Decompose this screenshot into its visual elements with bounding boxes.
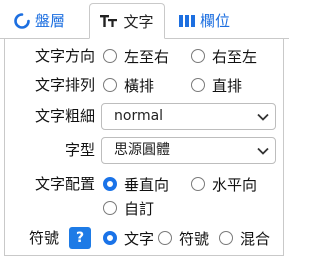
radio-symbol-symbol[interactable]: 符號 (158, 224, 209, 252)
radio-label: 混合 (240, 229, 271, 248)
text-layout-label: 文字排列 (34, 76, 95, 94)
radio-label: 自訂 (124, 199, 155, 218)
tab-label: 欄位 (200, 12, 231, 30)
radio-circle[interactable] (158, 231, 172, 245)
font-weight-label: 文字粗細 (34, 107, 95, 125)
symbol-label: 符號 (28, 229, 59, 247)
radio-label: 水平向 (212, 175, 258, 194)
font-weight-select[interactable]: normal (101, 103, 276, 130)
radio-label: 符號 (179, 229, 210, 248)
tab-label: 文字 (123, 12, 154, 31)
radio-ltr[interactable]: 左至右 (103, 42, 169, 70)
tab-columns[interactable]: 欄位 (179, 3, 230, 38)
font-family-label: 字型 (64, 141, 95, 159)
tab-text[interactable]: 文字 (89, 3, 165, 39)
radio-label: 左至右 (124, 47, 170, 66)
radio-circle-checked[interactable] (103, 231, 117, 245)
text-size-icon (100, 14, 118, 28)
help-button[interactable]: ? (69, 227, 91, 249)
font-weight-row: 文字粗細 normal (5, 102, 283, 130)
tab-layer[interactable]: 盤層 (14, 3, 65, 38)
radio-label: 直排 (212, 76, 243, 95)
radio-circle-checked[interactable] (103, 177, 117, 191)
text-direction-row: 文字方向 左至右 右至左 (5, 42, 283, 70)
radio-label: 垂直向 (124, 175, 170, 194)
chevron-down-icon (257, 104, 269, 129)
radio-symbol-mixed[interactable]: 混合 (219, 224, 270, 252)
text-placement-row-2: 自訂 (5, 194, 283, 222)
tab-bar: 盤層 文字 欄位 (0, 0, 289, 39)
radio-circle[interactable] (103, 49, 117, 63)
radio-label: 橫排 (124, 76, 155, 95)
radio-symbol-text[interactable]: 文字 (103, 224, 154, 252)
radio-circle[interactable] (191, 177, 205, 191)
chevron-down-icon (257, 138, 269, 163)
circle-notch-icon (14, 12, 30, 29)
font-weight-value: normal (114, 108, 164, 124)
symbol-row: 符號 ? 文字 符號 混合 (5, 224, 283, 252)
radio-circle[interactable] (191, 49, 205, 63)
radio-circle[interactable] (103, 201, 117, 215)
text-direction-label: 文字方向 (34, 47, 95, 65)
columns-icon (179, 14, 195, 28)
radio-circle[interactable] (219, 231, 233, 245)
text-settings-panel: 文字方向 左至右 右至左 文字排列 橫排 直排 文字粗細 normal 字型 思… (4, 38, 284, 256)
radio-circle[interactable] (103, 78, 117, 92)
font-family-row: 字型 思源圓體 (5, 136, 283, 164)
font-family-value: 思源圓體 (114, 142, 170, 158)
radio-vertical[interactable]: 直排 (191, 71, 242, 99)
tab-label: 盤層 (35, 12, 66, 30)
radio-label: 右至左 (212, 47, 258, 66)
text-layout-row: 文字排列 橫排 直排 (5, 71, 283, 99)
font-family-select[interactable]: 思源圓體 (101, 137, 276, 164)
radio-custom[interactable]: 自訂 (103, 194, 154, 222)
radio-horizontal[interactable]: 橫排 (103, 71, 154, 99)
radio-rtl[interactable]: 右至左 (191, 42, 257, 70)
radio-label: 文字 (124, 229, 155, 248)
radio-circle[interactable] (191, 78, 205, 92)
